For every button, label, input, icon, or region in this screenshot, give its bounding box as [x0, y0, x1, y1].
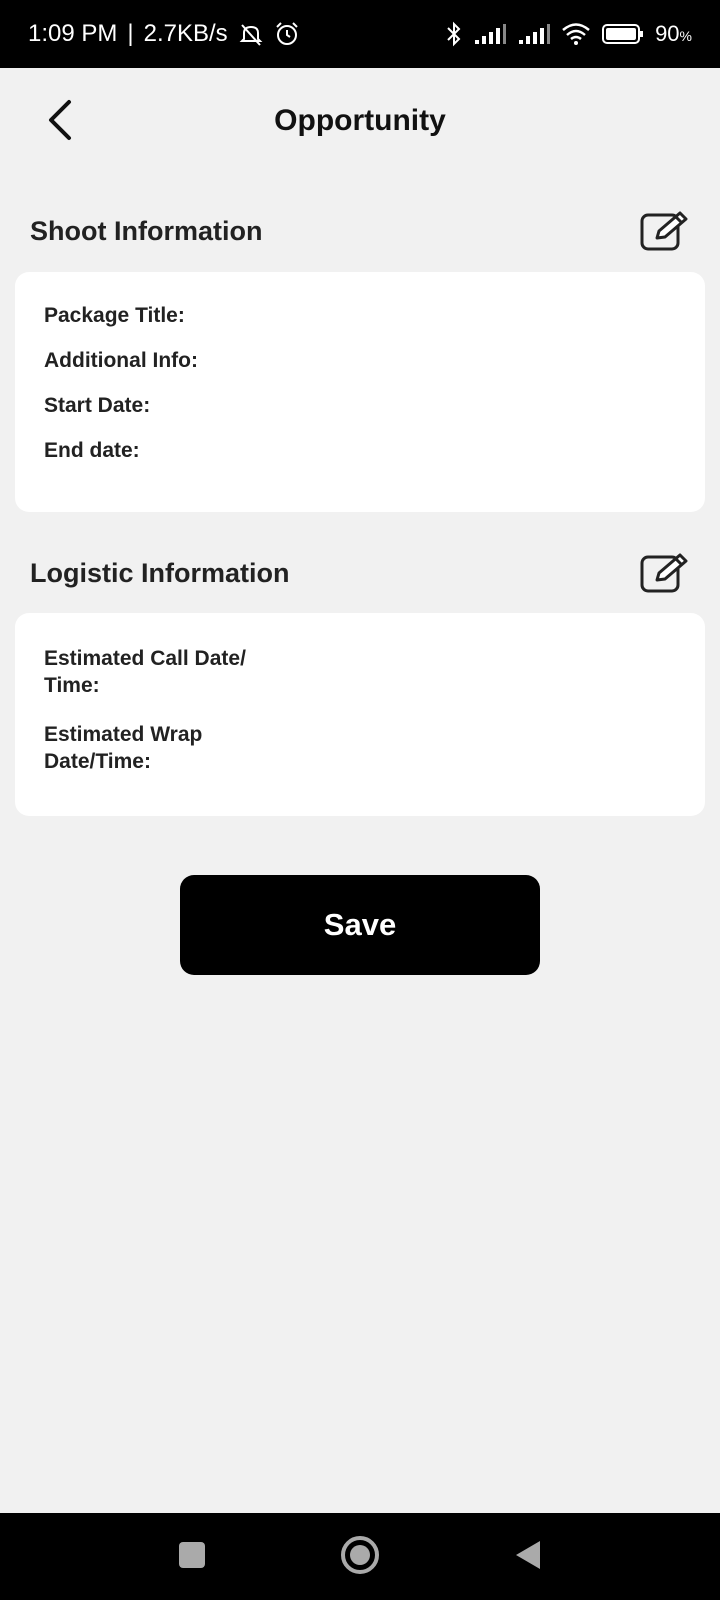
additional-info-label: Additional Info:	[44, 349, 198, 372]
logistic-info-card: Estimated Call Date/ Time: Estimated Wra…	[15, 613, 705, 816]
logistic-section-title: Logistic Information	[30, 557, 290, 588]
muted-bell-icon	[238, 21, 264, 47]
end-date-label: End date:	[44, 439, 140, 462]
home-button[interactable]	[338, 1533, 382, 1577]
battery-percent: 90	[655, 21, 680, 46]
network-speed: 2.7KB/s	[143, 20, 228, 47]
edit-icon	[640, 211, 688, 251]
status-right: 90%	[445, 20, 692, 48]
logistic-section-header: Logistic Information	[30, 547, 690, 599]
save-button[interactable]: Save	[180, 875, 540, 975]
alarm-icon	[274, 21, 300, 47]
page-title: Opportunity	[274, 103, 446, 137]
shoot-info-card: Package Title: Additional Info: Start Da…	[15, 272, 705, 512]
back-triangle-icon	[516, 1541, 540, 1569]
app-header: Opportunity	[0, 68, 720, 173]
battery-unit: %	[679, 28, 692, 44]
shoot-section-title: Shoot Information	[30, 215, 263, 246]
status-separator: |	[127, 20, 134, 47]
nav-back-button[interactable]	[508, 1535, 548, 1575]
estimated-call-label: Estimated Call Date/ Time:	[44, 647, 246, 697]
battery-text: 90%	[655, 21, 692, 47]
recents-square-icon	[179, 1542, 205, 1568]
edit-icon	[640, 553, 688, 593]
system-nav-bar	[0, 1513, 720, 1600]
battery-icon	[601, 22, 645, 46]
wifi-icon	[561, 22, 591, 46]
package-title-label: Package Title:	[44, 304, 185, 327]
recents-button[interactable]	[172, 1535, 212, 1575]
back-button[interactable]	[36, 96, 84, 144]
shoot-section-header: Shoot Information	[30, 205, 690, 257]
signal-icon	[473, 22, 507, 46]
signal-icon	[517, 22, 551, 46]
status-bar: 1:09 PM | 2.7KB/s 90%	[0, 0, 720, 68]
chevron-left-icon	[49, 100, 71, 140]
start-date-label: Start Date:	[44, 394, 151, 417]
home-circle-icon	[341, 1536, 379, 1574]
estimated-wrap-label: Estimated Wrap Date/Time:	[44, 723, 203, 773]
edit-logistic-button[interactable]	[638, 547, 690, 599]
status-left: 1:09 PM | 2.7KB/s	[28, 20, 300, 48]
status-time: 1:09 PM	[28, 20, 118, 47]
bluetooth-icon	[445, 20, 463, 48]
edit-shoot-button[interactable]	[638, 205, 690, 257]
